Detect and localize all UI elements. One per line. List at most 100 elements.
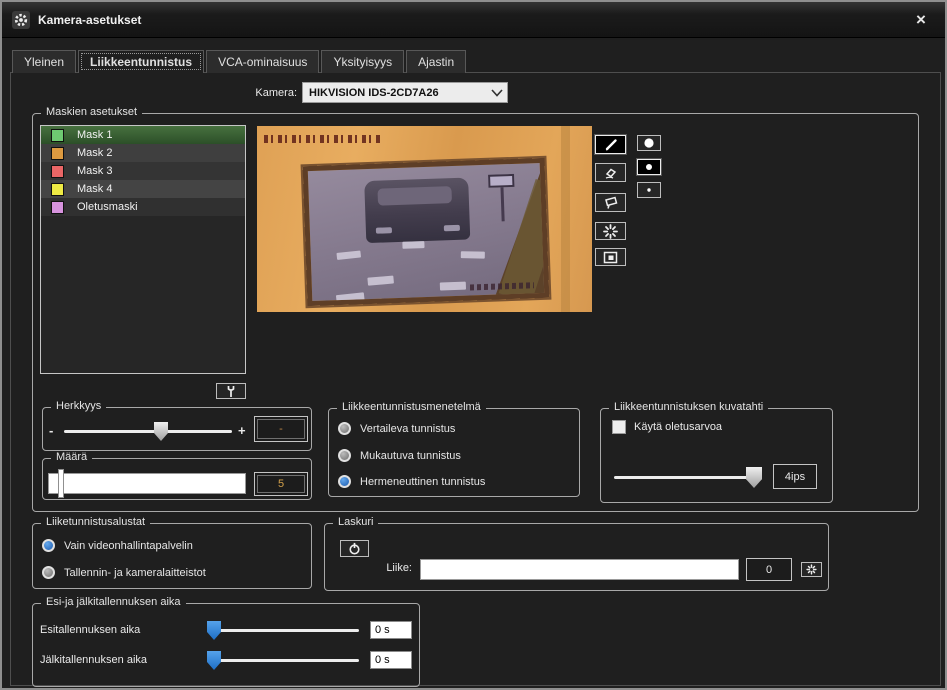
road-marking <box>461 251 485 258</box>
fill-frame-icon <box>603 251 618 264</box>
mask-settings-group-title: Maskien asetukset <box>41 106 142 118</box>
radio-icon <box>338 422 351 435</box>
mask-label: Oletusmaski <box>77 201 138 213</box>
road-marking <box>336 292 365 303</box>
mask-label: Mask 3 <box>77 165 112 177</box>
road-marking <box>367 275 394 285</box>
close-icon[interactable]: × <box>909 8 933 32</box>
post-recording-slider-track[interactable] <box>209 659 359 662</box>
radio-label: Vain videonhallintapalvelin <box>64 540 193 552</box>
camera-dropdown-value: HIKVISION IDS-2CD7A26 <box>303 87 487 99</box>
radio-label: Tallennin- ja kameralaitteistot <box>64 567 206 579</box>
brush-size-large-button[interactable] <box>637 135 661 151</box>
counter-reset-button[interactable] <box>801 562 822 577</box>
amount-group-title: Määrä <box>51 451 92 463</box>
road-sign-pole <box>500 187 504 221</box>
radio-mukautuva-tunnistus[interactable]: Mukautuva tunnistus <box>338 449 461 462</box>
burst-icon <box>603 224 618 239</box>
fill-frame-button[interactable] <box>595 248 626 266</box>
motion-count-box[interactable]: 0 <box>746 558 792 581</box>
sensitivity-slider-track[interactable] <box>64 430 232 433</box>
mask-config-button[interactable] <box>216 383 246 399</box>
brush-size-small-button[interactable] <box>637 182 661 198</box>
recording-time-group: Esi-ja jälkitallennuksen aika <box>32 603 420 687</box>
tab-vca-ominaisuus[interactable]: VCA-ominaisuus <box>206 50 319 73</box>
pre-recording-label: Esitallennuksen aika <box>40 624 140 636</box>
sensitivity-value-box[interactable]: - <box>254 416 308 442</box>
chevron-down-icon <box>487 89 507 97</box>
platform-group: Liiketunnistusalustat <box>32 523 312 589</box>
motion-label: Liike: <box>374 562 412 574</box>
radio-icon <box>42 566 55 579</box>
pre-recording-value-input[interactable]: 0 s <box>370 621 412 639</box>
tab-ajastin[interactable]: Ajastin <box>406 50 466 73</box>
video-preview[interactable] <box>257 126 592 312</box>
draw-mask-button[interactable] <box>595 135 626 154</box>
eraser-icon <box>603 166 618 180</box>
framerate-slider-track[interactable] <box>614 476 762 479</box>
road-marking <box>440 282 466 291</box>
refresh-detection-button[interactable] <box>595 222 626 240</box>
use-default-checkbox[interactable] <box>612 420 626 434</box>
pen-icon <box>604 138 618 151</box>
tab-yksityisyys[interactable]: Yksityisyys <box>321 50 404 73</box>
amount-value-box[interactable]: 5 <box>254 472 308 496</box>
framerate-group-title: Liikkeentunnistuksen kuvatahti <box>609 401 768 413</box>
mask-color-swatch <box>51 147 64 160</box>
radio-vain-videonhallintapalvelin[interactable]: Vain videonhallintapalvelin <box>42 539 193 552</box>
amount-slider-thumb[interactable] <box>58 469 64 498</box>
amount-slider-track[interactable] <box>48 473 246 494</box>
radio-icon <box>338 475 351 488</box>
road-sign <box>488 174 514 188</box>
camera-dropdown[interactable]: HIKVISION IDS-2CD7A26 <box>302 82 508 103</box>
pre-recording-slider-track[interactable] <box>209 629 359 632</box>
tab-yleinen[interactable]: Yleinen <box>12 50 76 73</box>
video-timestamp <box>264 135 382 143</box>
radio-label: Mukautuva tunnistus <box>360 450 461 462</box>
mask-label: Mask 2 <box>77 147 112 159</box>
motion-level-meter <box>420 559 739 580</box>
framerate-value-box[interactable]: 4ips <box>773 464 817 489</box>
mask-list-item-3[interactable]: Mask 3 <box>41 162 245 180</box>
gear-icon <box>12 11 30 29</box>
brush-size-medium-button[interactable] <box>637 159 661 175</box>
sensitivity-group-title: Herkkyys <box>51 400 106 412</box>
mask-list-item-default[interactable]: Oletusmaski <box>41 198 245 216</box>
radio-tallennin-ja-kameralaitteistot[interactable]: Tallennin- ja kameralaitteistot <box>42 566 206 579</box>
mask-label: Mask 4 <box>77 183 112 195</box>
radio-label: Hermeneuttinen tunnistus <box>360 476 485 488</box>
mask-list-item-1[interactable]: Mask 1 <box>41 126 245 144</box>
power-icon <box>348 542 361 555</box>
mask-list-item-4[interactable]: Mask 4 <box>41 180 245 198</box>
post-recording-label: Jälkitallennuksen aika <box>40 654 147 666</box>
use-default-label: Käytä oletusarvoa <box>634 421 722 433</box>
radio-hermeneuttinen-tunnistus[interactable]: Hermeneuttinen tunnistus <box>338 475 485 488</box>
counter-power-button[interactable] <box>340 540 369 557</box>
brush-medium-icon <box>643 161 655 173</box>
radio-icon <box>42 539 55 552</box>
mask-label: Mask 1 <box>77 129 112 141</box>
mask-color-swatch <box>51 165 64 178</box>
mask-list: Mask 1 Mask 2 Mask 3 Mask 4 Oletusmaski <box>40 125 246 374</box>
erase-all-button[interactable] <box>595 193 626 212</box>
post-recording-value-input[interactable]: 0 s <box>370 651 412 669</box>
mask-list-item-2[interactable]: Mask 2 <box>41 144 245 162</box>
wrench-icon <box>225 385 237 398</box>
radio-vertaileva-tunnistus[interactable]: Vertaileva tunnistus <box>338 422 455 435</box>
camera-settings-dialog: Kamera-asetukset × Yleinen Liikkeentunni… <box>0 0 947 690</box>
video-unmasked-region <box>303 158 550 306</box>
radio-icon <box>338 449 351 462</box>
title-bar: Kamera-asetukset × <box>2 2 945 38</box>
road-marking <box>336 250 361 259</box>
car-windshield <box>377 186 452 206</box>
sensitivity-minus-label: - <box>49 423 53 438</box>
platform-group-title: Liiketunnistusalustat <box>41 516 150 528</box>
mask-color-swatch <box>51 201 64 214</box>
mask-color-swatch <box>51 129 64 142</box>
erase-mask-button[interactable] <box>595 163 626 182</box>
board-eraser-icon <box>603 195 619 210</box>
brush-small-icon <box>643 184 655 196</box>
brush-large-icon <box>643 137 655 149</box>
camera-label: Kamera: <box>217 87 297 99</box>
tab-liikkeentunnistus[interactable]: Liikkeentunnistus <box>78 50 204 73</box>
